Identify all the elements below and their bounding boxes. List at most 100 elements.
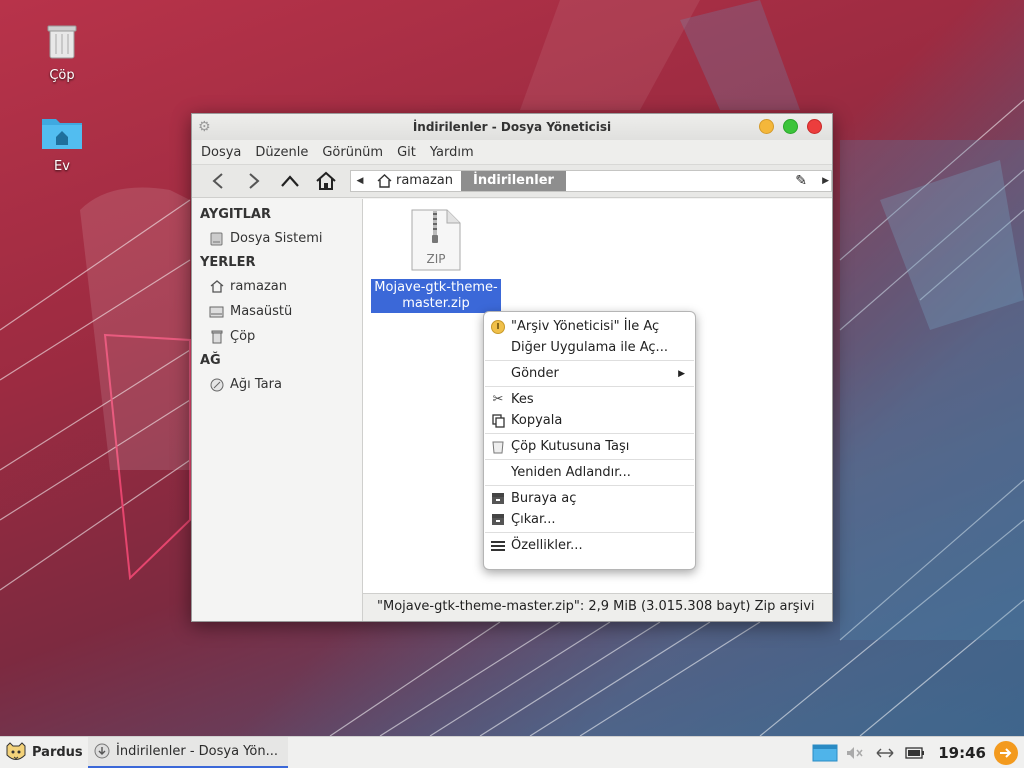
breadcrumb-current[interactable]: İndirilenler [460,171,566,191]
close-button[interactable] [807,119,822,134]
sidebar-network-header: AĞ [200,353,221,368]
sidebar-item-desktop[interactable]: Masaüstü [192,299,362,324]
path-scroll-right-icon[interactable]: ▶ [822,171,829,191]
sidebar-item-trash[interactable]: Çöp [192,324,362,349]
show-desktop-icon[interactable] [810,744,840,762]
network-connection-icon[interactable] [870,747,900,759]
menu-item-label: Buraya aç [511,491,577,506]
sidebar-places-header: YERLER [200,255,256,270]
menu-open-with-archive-manager[interactable]: "Arşiv Yöneticisi" İle Aç [484,316,695,337]
home-small-icon [377,174,392,188]
menu-send-to[interactable]: Gönder ▶ [484,363,695,384]
status-bar: "Mojave-gtk-theme-master.zip": 2,9 MiB (… [363,593,832,621]
system-tray: 19:46 [810,737,1024,768]
menu-cut[interactable]: ✂ Kes [484,389,695,410]
menu-copy[interactable]: Kopyala [484,410,695,431]
edit-path-pencil-icon[interactable]: ✎ [795,173,807,189]
network-icon [209,377,224,392]
file-item[interactable]: ZIP Mojave-gtk-theme-master.zip [371,209,501,313]
path-scroll-left-icon[interactable]: ◀ [351,176,369,186]
sidebar-item-label: Dosya Sistemi [230,231,323,246]
menu-move-to-trash[interactable]: Çöp Kutusuna Taşı [484,436,695,457]
extract-icon [490,491,506,507]
desktop-trash[interactable]: Çöp [22,22,102,83]
zip-badge: ZIP [427,252,446,266]
archive-manager-icon [490,319,506,335]
forward-button[interactable] [236,166,272,196]
logout-arrow-icon[interactable] [994,741,1018,765]
toolbar: ◀ ramazan İndirilenler ✎ ▶ [192,164,832,198]
sidebar-item-label: ramazan [230,279,287,294]
menu-item-label: Gönder [511,366,559,381]
menu-item-label: Kopyala [511,413,563,428]
pardus-logo-icon [6,741,26,760]
properties-icon [490,538,506,554]
extract-icon [490,512,506,528]
window-menu-gear-icon[interactable]: ⚙ [198,114,211,140]
zip-file-icon: ZIP [411,209,461,271]
taskbar-window-label: İndirilenler - Dosya Yön... [116,743,278,759]
menu-open-with-other[interactable]: Diğer Uygulama ile Aç... [484,337,695,358]
submenu-arrow-icon: ▶ [678,368,685,379]
volume-muted-icon[interactable] [840,746,870,760]
menu-separator [485,459,694,460]
clock[interactable]: 19:46 [930,744,994,762]
maximize-button[interactable] [783,119,798,134]
menu-extract-to[interactable]: Çıkar... [484,509,695,530]
menu-edit[interactable]: Düzenle [248,145,315,160]
home-icon [209,279,224,294]
sidebar-item-home[interactable]: ramazan [192,274,362,299]
menu-item-label: Çıkar... [511,512,556,527]
menu-separator [485,360,694,361]
file-manager-icon [94,743,110,759]
desktop-icon [209,304,224,319]
forward-arrow-icon [249,173,260,189]
path-bar: ◀ ramazan İndirilenler ✎ ▶ [350,170,832,192]
trash-icon [490,439,506,455]
sidebar: AYGITLAR Dosya Sistemi YERLER ramazan Ma… [192,199,363,621]
sidebar-item-browse-network[interactable]: Ağı Tara [192,372,362,397]
menu-item-label: Çöp Kutusuna Taşı [511,439,630,454]
menu-item-label: Kes [511,392,534,407]
menu-separator [485,485,694,486]
desktop-trash-label: Çöp [49,68,75,83]
sidebar-item-label: Ağı Tara [230,377,282,392]
taskbar-window-item[interactable]: İndirilenler - Dosya Yön... [88,736,288,768]
start-menu-button[interactable]: Pardus [0,741,88,764]
menu-separator [485,386,694,387]
sidebar-devices-header: AYGITLAR [200,207,271,222]
desktop-home[interactable]: Ev [22,115,102,174]
start-label: Pardus [32,745,83,760]
menu-view[interactable]: Görünüm [315,145,390,160]
trash-icon [209,329,224,344]
breadcrumb-home[interactable]: ramazan [369,171,461,191]
taskbar: Pardus İndirilenler - Dosya Yön... 19:46 [0,736,1024,768]
scissors-icon: ✂ [492,392,504,407]
desktop-home-label: Ev [54,159,70,174]
menu-rename[interactable]: Yeniden Adlandır... [484,462,695,483]
menu-separator [485,433,694,434]
title-bar[interactable]: ⚙ İndirilenler - Dosya Yöneticisi [192,114,832,140]
menu-item-label: Diğer Uygulama ile Aç... [511,340,668,355]
menu-item-label: Yeniden Adlandır... [511,465,631,480]
file-name-label[interactable]: Mojave-gtk-theme-master.zip [371,279,501,313]
menu-help[interactable]: Yardım [423,145,481,160]
menu-extract-here[interactable]: Buraya aç [484,488,695,509]
home-folder-icon [42,119,82,149]
sidebar-item-label: Çöp [230,329,256,344]
back-button[interactable] [200,166,236,196]
home-button[interactable] [308,166,344,196]
home-icon [316,171,336,190]
menu-go[interactable]: Git [390,145,423,160]
menu-file[interactable]: Dosya [194,145,248,160]
sidebar-item-label: Masaüstü [230,304,293,319]
sidebar-item-filesystem[interactable]: Dosya Sistemi [192,226,362,251]
menu-separator [485,532,694,533]
up-button[interactable] [272,166,308,196]
menu-item-label: Özellikler... [511,538,583,553]
context-menu: "Arşiv Yöneticisi" İle Aç Diğer Uygulama… [483,311,696,570]
back-arrow-icon [212,173,223,189]
minimize-button[interactable] [759,119,774,134]
menu-properties[interactable]: Özellikler... [484,535,695,556]
battery-icon[interactable] [900,747,930,759]
